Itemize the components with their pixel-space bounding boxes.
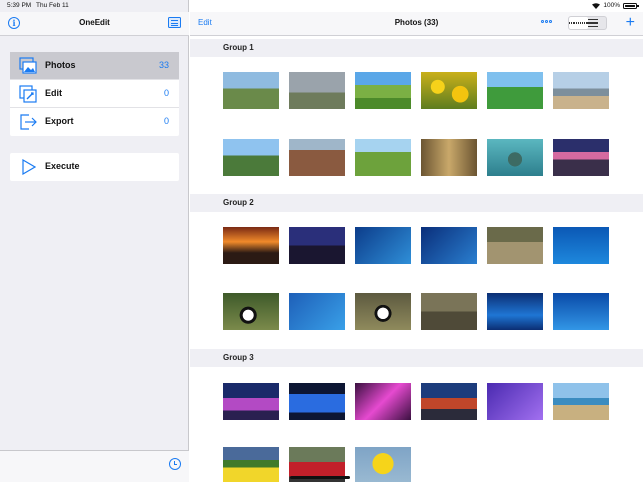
- photo-thumbnail-orange-sunset[interactable]: [223, 227, 279, 264]
- photo-thumbnail-shark-aquarium[interactable]: [355, 227, 411, 264]
- sidebar-item-label: Edit: [45, 88, 62, 98]
- photo-thumbnail-mountain-village[interactable]: [223, 139, 279, 176]
- photo-thumbnail-yellow-flowers[interactable]: [223, 447, 279, 482]
- photo-thumbnail-old-town-rooftops[interactable]: [289, 139, 345, 176]
- photo-thumbnail-water-cube-blue[interactable]: [289, 383, 345, 420]
- photo-thumbnail-water-cube-pink[interactable]: [355, 383, 411, 420]
- sidebar-item-count: 0: [163, 88, 169, 98]
- photo-thumbnail-green-valley[interactable]: [355, 72, 411, 109]
- sidebar-item-export[interactable]: Export 0: [10, 108, 179, 136]
- photo-thumbnail-rubber-duck[interactable]: [355, 447, 411, 482]
- battery-icon: [623, 2, 639, 9]
- photo-thumbnail-cliff-coast[interactable]: [553, 383, 609, 420]
- photo-thumbnail-underwater-turtle[interactable]: [487, 139, 543, 176]
- photo-thumbnail-red-pandas[interactable]: [421, 293, 477, 330]
- photo-thumbnail-grass-hills[interactable]: [355, 139, 411, 176]
- sidebar-nav-bar: i OneEdit: [0, 12, 189, 36]
- photo-thumbnail-birds-nest-stadium[interactable]: [223, 383, 279, 420]
- photos-icon: [19, 57, 37, 74]
- history-icon[interactable]: [169, 458, 181, 470]
- execute-button[interactable]: Execute: [10, 153, 179, 181]
- photo-thumbnail-panda-sitting[interactable]: [355, 293, 411, 330]
- photo-thumbnail-dolphins-pool[interactable]: [289, 293, 345, 330]
- photos-panel: Edit Photos (33) + Group 1 Group 2 Group 3: [190, 0, 643, 482]
- photo-thumbnail-sunflower-field[interactable]: [421, 72, 477, 109]
- view-mode-control[interactable]: [568, 16, 607, 30]
- photo-thumbnail-stone-alley[interactable]: [421, 139, 477, 176]
- edit-icon: [19, 85, 37, 103]
- group-header: Group 2: [190, 194, 643, 212]
- photo-thumbnail-aquarium-tunnel[interactable]: [487, 293, 543, 330]
- status-bar: 5:39 PM Thu Feb 11 100%: [0, 0, 643, 12]
- photo-thumbnail-water-cube-purple[interactable]: [487, 383, 543, 420]
- photo-thumbnail-panda-yard[interactable]: [487, 227, 543, 264]
- battery-percent: 100%: [603, 2, 620, 9]
- home-indicator: [290, 476, 350, 479]
- grid-icon: [569, 19, 588, 27]
- status-time: 5:39 PM: [7, 2, 32, 9]
- sidebar-item-label: Photos: [45, 60, 76, 70]
- wifi-icon: [592, 2, 601, 9]
- group-title: Group 2: [223, 198, 254, 207]
- group-title: Group 1: [223, 43, 254, 52]
- photo-thumbnail-windmill[interactable]: [289, 72, 345, 109]
- photo-thumbnail-china-pavilion[interactable]: [421, 383, 477, 420]
- photo-thumbnail-torii-gate[interactable]: [223, 72, 279, 109]
- photo-thumbnail-city-dusk[interactable]: [289, 227, 345, 264]
- execute-label: Execute: [45, 161, 80, 171]
- photo-thumbnail-fish-blue[interactable]: [421, 227, 477, 264]
- sidebar-menu: Photos 33 Edit 0 Export 0: [10, 52, 179, 136]
- list-view-button[interactable]: [587, 17, 607, 29]
- photo-thumbnail-dolphin-jump[interactable]: [553, 227, 609, 264]
- add-icon[interactable]: +: [626, 14, 635, 32]
- grid-view-button[interactable]: [569, 17, 588, 29]
- group-title: Group 3: [223, 353, 254, 362]
- photo-thumbnail-green-hills[interactable]: [487, 72, 543, 109]
- status-right: 100%: [592, 2, 639, 9]
- sidebar-toggle-icon[interactable]: [168, 17, 181, 28]
- photo-thumbnail-beach-coast[interactable]: [553, 72, 609, 109]
- export-icon: [20, 114, 37, 130]
- list-icon: [587, 19, 607, 27]
- sidebar-item-count: 33: [158, 60, 169, 70]
- group-header: Group 1: [190, 39, 643, 57]
- play-icon: [22, 159, 36, 175]
- more-icon[interactable]: [541, 20, 552, 23]
- sidebar-item-edit[interactable]: Edit 0: [10, 80, 179, 108]
- app-title: OneEdit: [79, 18, 110, 27]
- sidebar-item-count: 0: [163, 116, 169, 126]
- main-nav-bar: Edit Photos (33) +: [190, 12, 643, 36]
- group-header: Group 3: [190, 349, 643, 367]
- sidebar-item-photos[interactable]: Photos 33: [10, 52, 179, 80]
- sidebar: i OneEdit Photos 33 Edit 0 Export 0 Exec…: [0, 0, 189, 482]
- sidebar-toolbar: [0, 450, 189, 482]
- photo-thumbnail-panda-tree[interactable]: [223, 293, 279, 330]
- photo-thumbnail-dolphin-show[interactable]: [553, 293, 609, 330]
- status-date: Thu Feb 11: [36, 2, 69, 9]
- photo-thumbnail-purple-sunset[interactable]: [553, 139, 609, 176]
- sidebar-item-label: Export: [45, 116, 74, 126]
